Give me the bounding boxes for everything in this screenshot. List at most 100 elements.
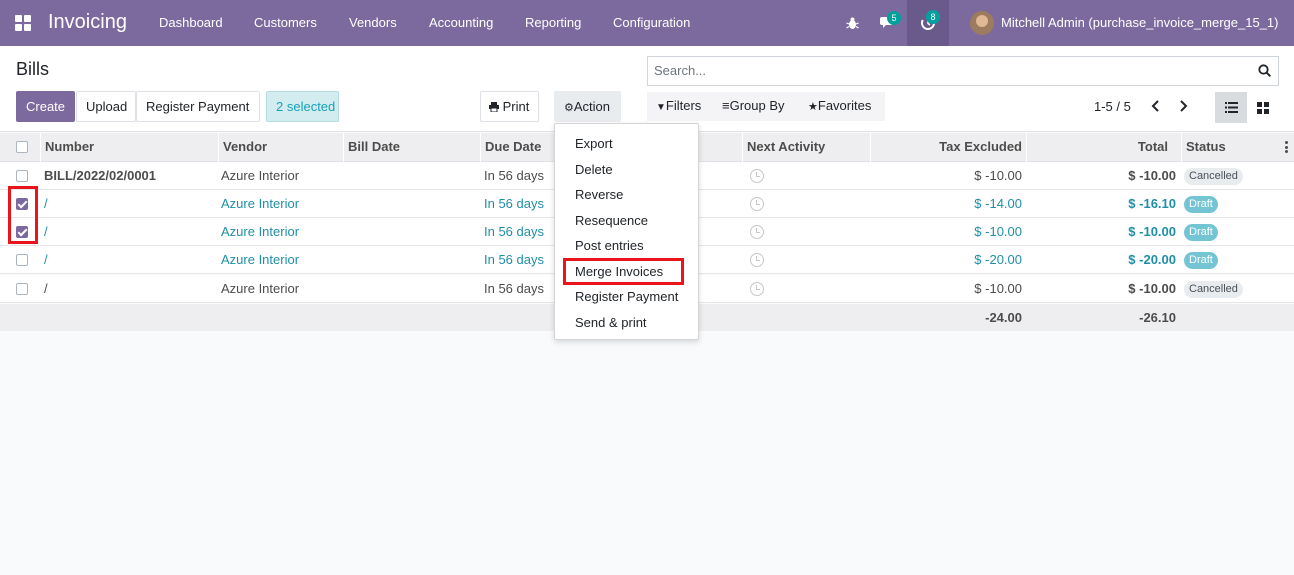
search-options: ▼Filters ≡Group By ★Favorites (647, 92, 885, 121)
cell-tax-excluded: $ -20.00 (974, 252, 1022, 267)
column-bill-date[interactable]: Bill Date (343, 133, 480, 162)
cell-tax-excluded: $ -10.00 (974, 224, 1022, 239)
upload-button[interactable]: Upload (76, 91, 136, 122)
group-by-label: Group By (729, 98, 785, 113)
register-payment-button[interactable]: Register Payment (136, 91, 260, 122)
cell-number: / (44, 196, 48, 211)
print-label: Print (502, 99, 530, 114)
bug-icon[interactable] (842, 0, 862, 46)
avatar[interactable] (970, 11, 994, 35)
cell-due-date: In 56 days (484, 224, 544, 239)
column-status[interactable]: Status (1181, 133, 1294, 162)
chevron-left-icon[interactable] (1148, 98, 1164, 114)
column-total[interactable]: Total (1026, 133, 1181, 162)
status-badge: Draft (1184, 252, 1218, 269)
checkbox-highlight-box (8, 186, 38, 244)
row-checkbox[interactable] (16, 283, 28, 295)
user-menu[interactable]: Mitchell Admin (purchase_invoice_merge_1… (1001, 15, 1278, 30)
messages-icon[interactable]: 5 (873, 0, 903, 46)
cell-vendor: Azure Interior (221, 281, 300, 296)
menu-dashboard[interactable]: Dashboard (159, 15, 223, 30)
cell-vendor: Azure Interior (221, 196, 300, 211)
cell-number: / (44, 224, 48, 239)
menu-item-post-entries[interactable]: Post entries (575, 238, 644, 253)
column-vendor[interactable]: Vendor (218, 133, 343, 162)
activity-clock-icon[interactable]: 8 (913, 0, 943, 46)
action-dropdown-menu: Export Delete Reverse Resequence Post en… (554, 123, 699, 340)
print-button[interactable]: Print (480, 91, 539, 122)
group-by-button[interactable]: ≡Group By (722, 98, 785, 113)
action-button[interactable]: ⚙Action (554, 91, 621, 122)
status-badge: Draft (1184, 224, 1218, 241)
activity-clock-icon[interactable] (750, 169, 764, 183)
cell-total: $ -16.10 (1128, 196, 1176, 211)
cell-tax-excluded: $ -14.00 (974, 196, 1022, 211)
column-next-activity[interactable]: Next Activity (742, 133, 870, 162)
menu-configuration[interactable]: Configuration (613, 15, 690, 30)
list-view-icon (1224, 102, 1238, 113)
menu-item-send-print[interactable]: Send & print (575, 315, 647, 330)
page-title: Bills (16, 59, 50, 79)
column-tax-excluded[interactable]: Tax Excluded (870, 133, 1026, 162)
column-number[interactable]: Number (40, 133, 218, 162)
list-icon: ≡ (722, 98, 730, 113)
cell-tax-excluded: $ -10.00 (974, 281, 1022, 296)
star-icon: ★ (808, 101, 818, 113)
status-badge: Draft (1184, 196, 1218, 213)
row-checkbox[interactable] (16, 254, 28, 266)
activity-clock-icon[interactable] (750, 197, 764, 211)
favorites-button[interactable]: ★Favorites (808, 98, 871, 113)
search-icon[interactable] (1258, 64, 1271, 77)
filters-button[interactable]: ▼Filters (656, 98, 701, 113)
status-badge: Cancelled (1184, 168, 1243, 185)
cell-total: $ -10.00 (1128, 168, 1176, 183)
cell-number: / (44, 252, 48, 267)
activity-clock-icon[interactable] (750, 253, 764, 267)
app-menu-icon[interactable] (15, 15, 32, 32)
status-badge: Cancelled (1184, 281, 1243, 298)
cell-vendor: Azure Interior (221, 224, 300, 239)
select-all-checkbox[interactable] (16, 141, 28, 153)
cell-total: $ -10.00 (1128, 224, 1176, 239)
chevron-right-icon[interactable] (1175, 98, 1191, 114)
search-bar[interactable] (647, 56, 1279, 86)
row-checkbox[interactable] (16, 170, 28, 182)
cell-due-date: In 56 days (484, 281, 544, 296)
menu-item-reverse[interactable]: Reverse (575, 187, 623, 202)
merge-invoices-highlight-box (563, 258, 684, 285)
cell-tax-excluded: $ -10.00 (974, 168, 1022, 183)
activity-clock-icon[interactable] (750, 225, 764, 239)
menu-item-register-payment[interactable]: Register Payment (575, 289, 678, 304)
cell-due-date: In 56 days (484, 168, 544, 183)
footer-total: -26.10 (1139, 310, 1176, 325)
printer-icon (489, 102, 499, 113)
menu-customers[interactable]: Customers (254, 15, 317, 30)
menu-reporting[interactable]: Reporting (525, 15, 581, 30)
footer-tax-excluded: -24.00 (985, 310, 1022, 325)
optional-columns-icon[interactable] (1285, 141, 1288, 153)
cell-number: BILL/2022/02/0001 (44, 168, 157, 183)
search-input[interactable] (654, 63, 1234, 78)
filters-label: Filters (665, 98, 702, 113)
menu-item-export[interactable]: Export (575, 136, 613, 151)
activity-clock-icon[interactable] (750, 282, 764, 296)
filter-icon: ▼ (656, 102, 666, 113)
activities-count-badge: 8 (926, 10, 940, 24)
app-name[interactable]: Invoicing (48, 11, 127, 34)
favorites-label: Favorites (817, 98, 872, 113)
menu-vendors[interactable]: Vendors (349, 15, 397, 30)
kanban-view-button[interactable] (1247, 92, 1279, 123)
cell-vendor: Azure Interior (221, 168, 300, 183)
menu-item-resequence[interactable]: Resequence (575, 213, 648, 228)
menu-item-delete[interactable]: Delete (575, 162, 613, 177)
cell-total: $ -10.00 (1128, 281, 1176, 296)
gear-icon: ⚙ (564, 102, 574, 114)
pager-value[interactable]: 1-5 / 5 (1094, 99, 1131, 114)
selected-count-badge: 2 selected (266, 91, 339, 122)
action-label: Action (573, 99, 611, 114)
cell-due-date: In 56 days (484, 196, 544, 211)
list-view-button[interactable] (1215, 92, 1247, 123)
messages-count-badge: 5 (887, 11, 901, 25)
menu-accounting[interactable]: Accounting (429, 15, 493, 30)
create-button[interactable]: Create (16, 91, 75, 122)
